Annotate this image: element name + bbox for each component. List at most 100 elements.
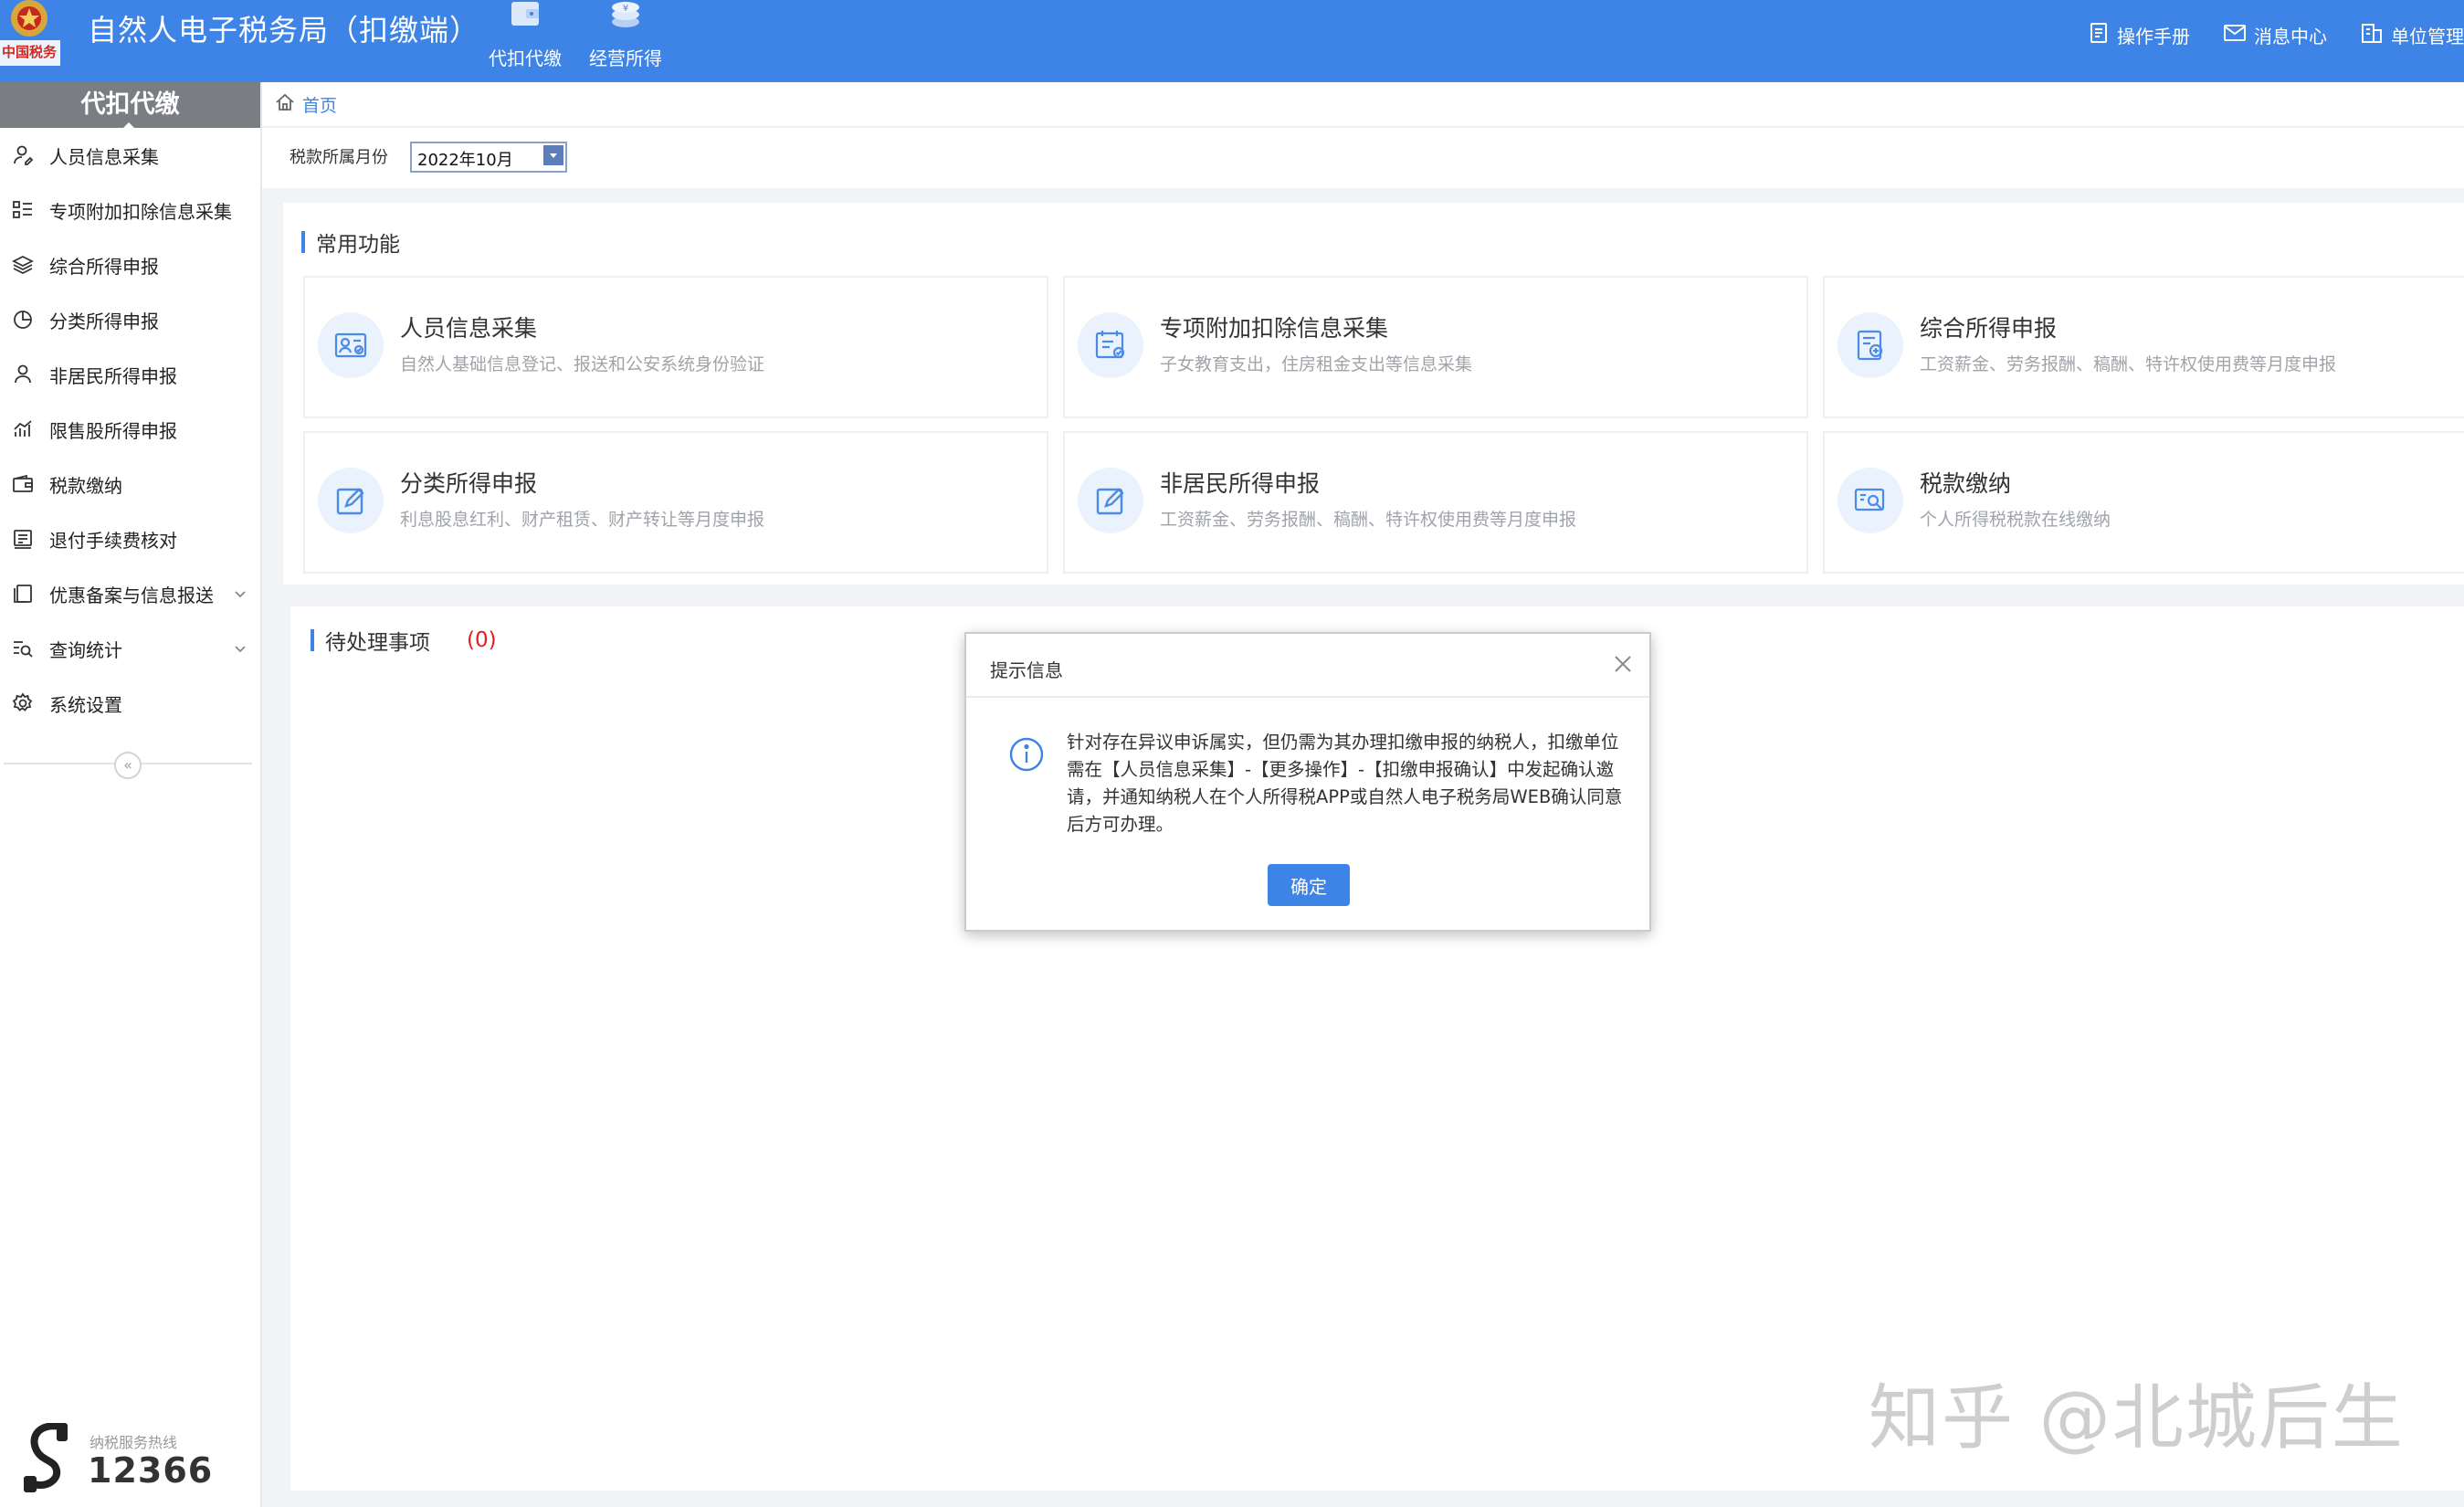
sidebar-title-text: 代扣代缴	[80, 90, 180, 119]
card-desc: 子女教育支出，住房租金支出等信息采集	[1160, 354, 1473, 374]
card-personnel-info[interactable]: 人员信息采集 自然人基础信息登记、报送和公安系统身份验证	[303, 276, 1048, 418]
envelope-icon	[2223, 23, 2247, 47]
card-title: 专项附加扣除信息采集	[1160, 315, 1389, 342]
card-classified-income[interactable]: 分类所得申报 利息股息红利、财产租赁、财产转让等月度申报	[303, 431, 1048, 574]
unit-management-label: 单位管理	[2391, 26, 2464, 47]
sidebar-item-query-statistics[interactable]: 查询统计	[0, 621, 260, 676]
card-desc: 工资薪金、劳务报酬、稿酬、特许权使用费等月度申报	[1160, 510, 1577, 530]
header-links: 操作手册 消息中心 单位管理	[2088, 22, 2464, 48]
dialog-message: 针对存在异议申诉属实，但仍需为其办理扣缴申报的纳税人，扣缴单位需在【人员信息采集…	[1067, 732, 1623, 835]
sidebar-item-restricted-shares[interactable]: 限售股所得申报	[0, 402, 260, 457]
breadcrumb-home[interactable]: 首页	[302, 92, 337, 117]
id-card-icon	[318, 312, 384, 378]
hotline-number: 12366	[88, 1450, 214, 1491]
message-center-label: 消息中心	[2254, 26, 2327, 47]
pending-count[interactable]: (0)	[467, 628, 497, 652]
sidebar-menu: 人员信息采集 专项附加扣除信息采集 综合所得申报 分类所得申报 非居民所得申报	[0, 128, 260, 731]
dialog-title: 提示信息	[990, 659, 1063, 681]
gear-icon	[9, 690, 37, 717]
sidebar-item-personnel-info[interactable]: 人员信息采集	[0, 128, 260, 183]
watermark: 知乎 @北城后生	[1869, 1377, 2405, 1460]
sidebar-item-comprehensive-income[interactable]: 综合所得申报	[0, 237, 260, 292]
card-title: 税款缴纳	[1920, 470, 2012, 497]
card-title: 综合所得申报	[1920, 315, 2058, 342]
card-title: 分类所得申报	[400, 470, 538, 497]
card-desc: 个人所得税税款在线缴纳	[1920, 510, 2111, 530]
info-dialog: 提示信息 针对存在异议申诉属实，但仍需为其办理扣缴申报的纳税人，扣缴单位需在【人…	[964, 632, 1651, 932]
common-functions-panel: 常用功能 人员信息采集 自然人基础信息登记、报送和公安系统身份验证 专项附加扣除…	[283, 203, 2464, 585]
hotline-caption: 纳税服务热线	[90, 1434, 178, 1451]
payment-search-icon	[1837, 468, 1903, 533]
emblem-caption: 中国税务	[2, 44, 58, 60]
top-nav: 代扣代缴 ¥ 经营所得	[475, 0, 676, 82]
sidebar-collapse-button[interactable]: «	[114, 752, 142, 779]
app-title: 自然人电子税务局（扣缴端）	[88, 13, 480, 47]
pending-title: 待处理事项 (0)	[311, 625, 497, 656]
report-add-icon	[1837, 312, 1903, 378]
sidebar-item-label: 专项附加扣除信息采集	[49, 200, 232, 223]
hotline-badge: 纳税服务热线 12366	[24, 1417, 234, 1500]
phone-handset-icon	[24, 1422, 80, 1500]
manual-link[interactable]: 操作手册	[2088, 22, 2190, 48]
sidebar-item-refund-fee-check[interactable]: 退付手续费核对	[0, 511, 260, 566]
card-desc: 利息股息红利、财产租赁、财产转让等月度申报	[400, 510, 765, 530]
unit-management-link[interactable]: 单位管理	[2360, 22, 2464, 48]
tax-month-select[interactable]: 2022年10月	[410, 142, 567, 173]
person-icon	[9, 361, 37, 388]
national-emblem-logo: 中国税务	[0, 0, 64, 66]
manual-link-label: 操作手册	[2117, 26, 2190, 47]
tax-month-bar: 税款所属月份 2022年10月	[262, 128, 2464, 188]
search-list-icon	[9, 635, 37, 662]
edit-icon	[318, 468, 384, 533]
card-nonresident-income[interactable]: 非居民所得申报 工资薪金、劳务报酬、稿酬、特许权使用费等月度申报	[1063, 431, 1808, 574]
sidebar-item-system-settings[interactable]: 系统设置	[0, 676, 260, 731]
chevron-down-icon	[233, 639, 247, 661]
top-nav-withholding[interactable]: 代扣代缴	[475, 0, 575, 82]
card-special-deduction[interactable]: 专项附加扣除信息采集 子女教育支出，住房租金支出等信息采集	[1063, 276, 1808, 418]
function-cards: 人员信息采集 自然人基础信息登记、报送和公安系统身份验证 专项附加扣除信息采集 …	[294, 276, 2464, 577]
list-grid-icon	[9, 196, 37, 224]
sidebar-item-nonresident-income[interactable]: 非居民所得申报	[0, 347, 260, 402]
top-header: 中国税务 自然人电子税务局（扣缴端） 代扣代缴 ¥ 经营所得 操作手册 消息中心…	[0, 0, 2464, 82]
sidebar-item-tax-payment[interactable]: 税款缴纳	[0, 457, 260, 511]
sidebar-title: 代扣代缴	[0, 82, 260, 129]
sidebar-item-special-deduction[interactable]: 专项附加扣除信息采集	[0, 183, 260, 237]
coin-stack-icon: ¥	[606, 0, 645, 40]
card-title: 非居民所得申报	[1160, 470, 1321, 497]
sidebar-item-label: 非居民所得申报	[49, 364, 177, 387]
close-icon[interactable]	[1611, 652, 1635, 676]
section-marker	[311, 629, 314, 651]
wallet-icon	[506, 0, 544, 40]
copy-icon	[9, 580, 37, 607]
card-comprehensive-income[interactable]: 综合所得申报 工资薪金、劳务报酬、稿酬、特许权使用费等月度申报	[1823, 276, 2464, 418]
bar-chart-icon	[9, 416, 37, 443]
sidebar-item-preferential-filing[interactable]: 优惠备案与信息报送	[0, 566, 260, 621]
dropdown-arrow-icon	[543, 145, 563, 165]
tax-month-label: 税款所属月份	[290, 148, 388, 167]
common-functions-title-text: 常用功能	[316, 233, 400, 257]
pie-chart-icon	[9, 306, 37, 333]
sidebar-item-label: 查询统计	[49, 638, 122, 661]
person-edit-icon	[9, 142, 37, 169]
info-icon	[1008, 736, 1045, 776]
sidebar: 代扣代缴 人员信息采集 专项附加扣除信息采集 综合所得申报 分类所得申报 非居民…	[0, 82, 262, 1507]
manual-icon	[2088, 22, 2110, 48]
sidebar-item-classified-income[interactable]: 分类所得申报	[0, 292, 260, 347]
section-marker	[301, 231, 305, 253]
deduction-form-icon	[1078, 312, 1143, 378]
confirm-button[interactable]: 确定	[1268, 864, 1350, 906]
top-nav-withholding-label: 代扣代缴	[489, 47, 562, 69]
sidebar-item-label: 税款缴纳	[49, 474, 122, 497]
top-nav-business-income[interactable]: ¥ 经营所得	[575, 0, 676, 82]
message-center-link[interactable]: 消息中心	[2223, 22, 2327, 48]
breadcrumb: 首页	[262, 82, 2464, 128]
document-icon	[9, 525, 37, 553]
sidebar-item-label: 分类所得申报	[49, 310, 159, 332]
layers-icon	[9, 251, 37, 279]
top-nav-business-income-label: 经营所得	[589, 47, 662, 69]
card-tax-payment[interactable]: 税款缴纳 个人所得税税款在线缴纳	[1823, 431, 2464, 574]
home-icon	[275, 92, 295, 116]
sidebar-item-label: 限售股所得申报	[49, 419, 177, 442]
card-title: 人员信息采集	[400, 315, 538, 342]
pending-title-text: 待处理事项	[325, 631, 430, 655]
